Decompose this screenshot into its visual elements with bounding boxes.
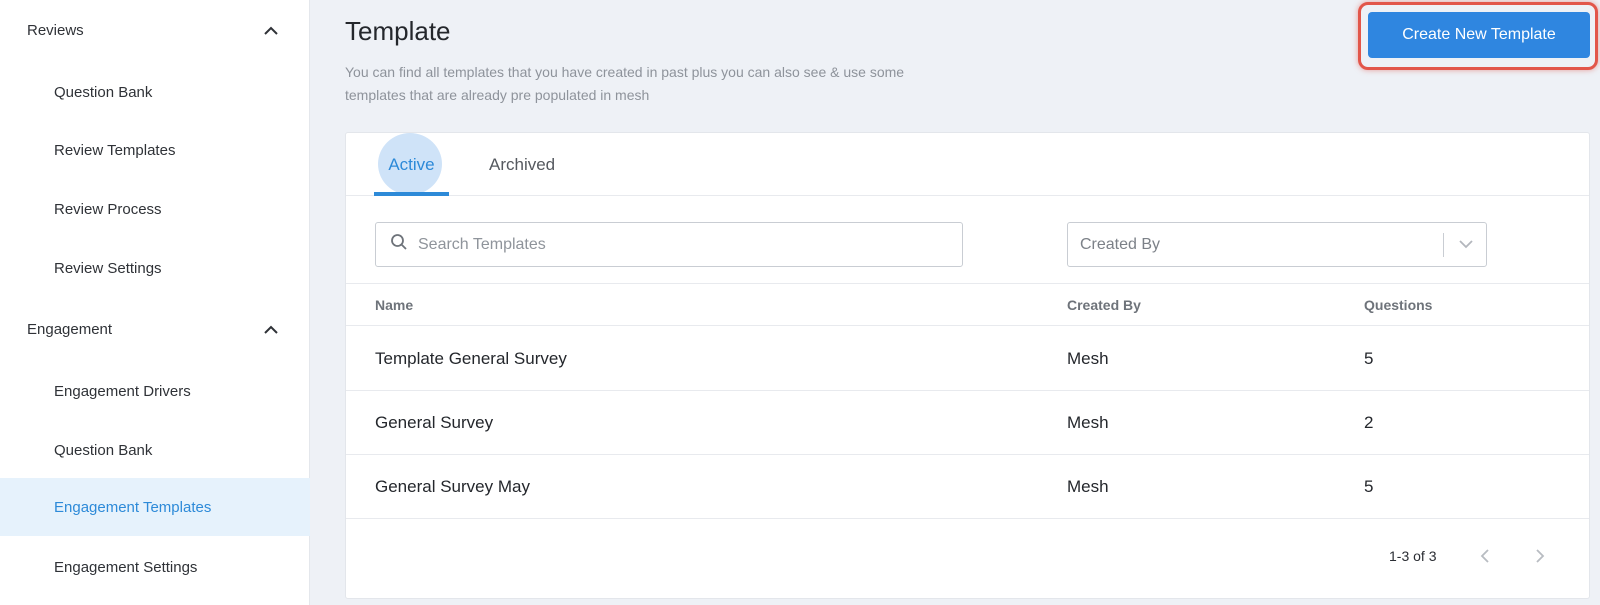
sidebar-item-label: Question Bank (54, 441, 153, 459)
chevron-right-icon[interactable] (1530, 546, 1550, 566)
table-row[interactable]: Template General Survey Mesh 5 (346, 327, 1589, 391)
sidebar-group-label: Reviews (27, 21, 84, 39)
sidebar-item-review-process[interactable]: Review Process (0, 180, 310, 238)
search-icon (390, 233, 408, 256)
column-header-questions[interactable]: Questions (1364, 284, 1432, 326)
tab-archived[interactable]: Archived (489, 133, 555, 196)
cell-questions: 2 (1364, 413, 1374, 432)
chevron-down-icon (1458, 236, 1474, 257)
sidebar-item-engagement-drivers[interactable]: Engagement Drivers (0, 362, 310, 420)
created-by-select-value: Created By (1080, 235, 1161, 253)
sidebar-group-label: Engagement (27, 320, 113, 338)
tab-active[interactable]: Active (374, 133, 449, 196)
tab-label: Archived (489, 154, 556, 174)
sidebar-item-label: Question Bank (54, 83, 153, 101)
sidebar-item-engagement-question-bank[interactable]: Question Bank (0, 421, 310, 479)
sidebar: Reviews Question Bank Review Templates R… (0, 0, 310, 605)
sidebar-item-engagement-templates[interactable]: Engagement Templates (0, 478, 310, 536)
cell-name: General Survey (375, 413, 494, 432)
sidebar-item-review-settings[interactable]: Review Settings (0, 239, 310, 297)
chevron-up-icon (262, 320, 280, 338)
chevron-up-icon (262, 21, 280, 39)
search-box (375, 222, 963, 267)
sidebar-group-engagement[interactable]: Engagement (0, 305, 310, 353)
cell-questions: 5 (1364, 349, 1374, 368)
table-row[interactable]: General Survey Mesh 2 (346, 391, 1589, 455)
sidebar-item-label: Review Settings (54, 259, 162, 277)
table-header: Name Created By Questions (346, 284, 1589, 326)
sidebar-group-reviews[interactable]: Reviews (0, 6, 310, 54)
column-header-created-by[interactable]: Created By (1067, 284, 1141, 326)
sidebar-item-label: Review Process (54, 200, 162, 218)
created-by-select[interactable]: Created By (1067, 222, 1487, 267)
tab-label: Active (388, 154, 435, 174)
sidebar-item-review-templates[interactable]: Review Templates (0, 121, 310, 179)
cell-created-by: Mesh (1067, 349, 1109, 368)
templates-card: Active Archived Created By Name Created … (345, 132, 1590, 599)
sidebar-item-engagement-settings[interactable]: Engagement Settings (0, 538, 310, 596)
sidebar-item-review-question-bank[interactable]: Question Bank (0, 63, 310, 121)
sidebar-item-label: Engagement Settings (54, 558, 198, 576)
create-new-template-button[interactable]: Create New Template (1368, 12, 1590, 58)
chevron-left-icon[interactable] (1475, 546, 1495, 566)
sidebar-item-label: Review Templates (54, 141, 176, 159)
cell-created-by: Mesh (1067, 477, 1109, 496)
pagination-range: 1-3 of 3 (1389, 548, 1437, 564)
sidebar-item-label: Engagement Drivers (54, 382, 191, 400)
table-row[interactable]: General Survey May Mesh 5 (346, 455, 1589, 519)
cell-created-by: Mesh (1067, 413, 1109, 432)
sidebar-item-label: Engagement Templates (54, 498, 212, 516)
page-description: You can find all templates that you have… (345, 64, 905, 103)
page-title: Template (345, 16, 451, 46)
pagination: 1-3 of 3 (346, 522, 1589, 598)
select-divider (1443, 233, 1444, 257)
search-input[interactable] (418, 235, 938, 254)
tab-bar: Active Archived (346, 133, 1589, 196)
cell-name: General Survey May (375, 477, 530, 496)
cell-name: Template General Survey (375, 349, 567, 368)
filters-bar: Created By (346, 196, 1589, 284)
column-header-name[interactable]: Name (375, 284, 413, 326)
cell-questions: 5 (1364, 477, 1374, 496)
